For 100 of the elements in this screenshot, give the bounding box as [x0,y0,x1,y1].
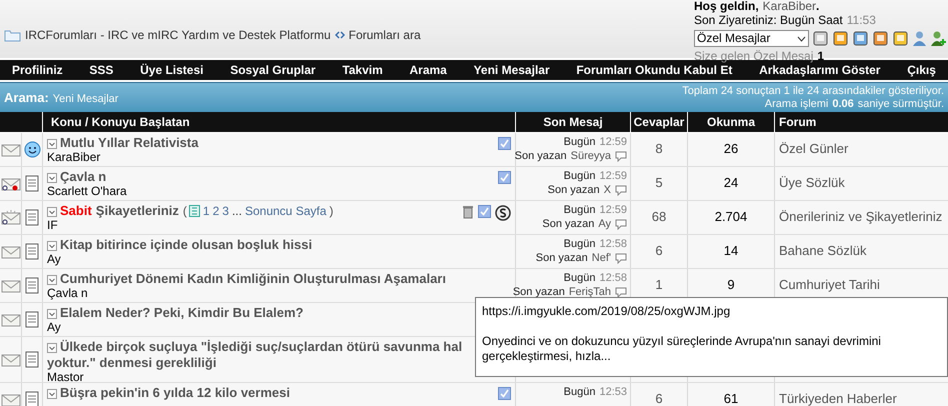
topic-title-link[interactable]: yoktur." denmesi gerekliliği [47,355,462,371]
checkbox-icon[interactable] [478,205,491,218]
dropdown-icon[interactable] [47,241,57,251]
topic-title-link[interactable]: Çavla n [60,169,106,185]
user-icon[interactable] [912,30,927,47]
last-poster-link[interactable]: Nef' [592,251,611,265]
last-post-time: 12:58 [599,271,627,285]
pagination-bracket: ( [182,203,200,219]
page-link[interactable]: 1 [202,203,210,219]
column-header[interactable]: Forum [775,112,948,132]
replies-count: 8 [655,141,663,156]
search-time: 0.06 [832,98,854,110]
search-forums-link[interactable]: Forumları ara [348,26,421,44]
views-count: 24 [724,175,738,190]
nav-link[interactable]: Forumları Okundu Kabul Et [576,61,732,79]
checkbox-icon[interactable] [498,387,511,400]
sticky-icon [495,205,511,221]
speech-bubble-icon[interactable] [615,286,627,298]
last-visit-time: 11:53 [846,14,876,27]
dropdown-icon[interactable] [47,139,57,149]
forum-link[interactable]: Üye Sözlük [779,175,845,190]
last-poster-link[interactable]: FerişTah [568,285,611,299]
dropdown-icon[interactable] [47,309,57,319]
search-time-unit: saniye sürmüştür. [858,98,944,110]
search-subtitle: Yeni Mesajlar [52,92,118,107]
dropdown-icon[interactable] [47,343,57,353]
replies-count: 5 [655,175,663,190]
last-post-date: Bugün [564,169,596,183]
last-poster-label: Son yazan [542,217,594,231]
nav-link[interactable]: Sosyal Gruplar [230,61,316,79]
nav-link[interactable]: Takvim [342,61,383,79]
dropdown-icon[interactable] [47,275,57,285]
results-summary: Toplam 24 sonuçtan 1 ile 24 arasındakiler gösteriliyor. [682,84,944,98]
column-header[interactable]: Cevaplar [631,112,688,132]
last-poster-link[interactable]: Süreyya [570,149,611,163]
nav-link[interactable]: Arkadaşlarımı Göster [759,61,880,79]
replies-count: 68 [652,209,666,224]
last-post-time: 12:59 [599,169,627,183]
topic-title-link[interactable]: Cumhuriyet Dönemi Kadın Kimliğinin Oluşturulması Aşamaları [60,271,446,287]
nav-link[interactable]: Üye Listesi [140,61,204,79]
dropdown-icon[interactable] [47,173,57,183]
last-page-link[interactable]: Sonuncu Sayfa [244,203,326,219]
dropdown-icon[interactable] [47,389,57,399]
last-post-time: 12:59 [599,203,627,217]
author-link[interactable]: KaraBiber [47,151,498,164]
username-link[interactable]: KaraBiber [762,0,816,12]
speech-bubble-icon[interactable] [615,184,627,196]
author-link[interactable]: Çavla n [47,287,511,300]
punctuation: . [816,0,820,12]
column-header[interactable]: Konu / Konuyu Başlatan [43,112,516,132]
nav-link[interactable]: Yeni Mesajlar [474,61,550,79]
forum-link[interactable]: Özel Günler [779,141,848,156]
topic-title-link[interactable]: Mutlu Yıllar Relativista [60,135,198,151]
author-link[interactable]: IF [47,219,462,232]
last-visit-text: Son Ziyaretiniz: Bugün Saat [694,14,843,27]
pm-count: 1 [817,50,824,63]
page-link[interactable]: 2 [212,203,220,219]
topic-title-link[interactable]: Kitap bitirince içinde olusan boşluk hissi [60,237,312,253]
column-header[interactable]: Son Mesaj [516,112,631,132]
nav-link[interactable]: SSS [89,61,114,79]
views-count: 2.704 [714,209,748,224]
pm-count-label: Size gelen Özel Mesaj [694,50,814,63]
author-link[interactable]: Scarlett O'hara [47,185,498,198]
topic-title-link[interactable]: Ülkede birçok suçluya "İşlediği suç/suçlardan ötürü savunma hal [60,339,462,355]
last-poster-label: Son yazan [512,285,565,299]
views-count: 26 [724,141,738,156]
speech-bubble-icon[interactable] [615,150,627,162]
replies-count: 6 [655,391,663,406]
trash-icon[interactable] [462,205,474,219]
search-arrows-icon [334,31,345,39]
private-messages-select[interactable]: Özel Mesajlar [694,30,809,47]
topic-title-link[interactable]: Büşra pekin'in 6 yılda 12 kilo vermesi [60,385,290,401]
folder-icon [4,28,21,42]
ellipsis: ... [232,203,242,219]
views-count: 14 [724,243,738,258]
last-poster-link[interactable]: Ay [598,217,611,231]
author-link[interactable]: Ay [47,253,511,266]
last-post-time: 12:53 [599,385,627,399]
column-header[interactable]: Okunma [688,112,775,132]
page-link[interactable]: 3 [222,203,229,219]
add-user-icon[interactable] [930,30,947,47]
breadcrumb-link[interactable]: IRCForumları - IRC ve mIRC Yardım ve Destek Platformu [25,26,331,44]
speech-bubble-icon[interactable] [615,218,627,230]
nav-link[interactable]: Profiliniz [12,61,63,79]
last-post-time: 12:59 [599,135,627,149]
last-poster-link[interactable]: X [604,183,611,197]
checkbox-icon[interactable] [498,171,511,184]
topic-title-link[interactable]: Elalem Neder? Peki, Kimdir Bu Elalem? [60,305,304,321]
nav-link[interactable]: Çıkış [907,61,936,79]
tooltip-url: https://i.imgyukle.com/2019/08/25/oxgWJM.jpg [482,304,732,319]
topic-title-link[interactable]: Şikayetleriniz [96,203,179,219]
last-post-date: Bugün [564,385,596,399]
last-post-date: Bugün [564,237,596,251]
speech-bubble-icon[interactable] [615,252,627,264]
last-poster-label: Son yazan [536,251,588,265]
checkbox-icon[interactable] [498,137,511,150]
nav-link[interactable]: Arama [410,61,447,79]
dropdown-icon[interactable] [47,207,57,217]
last-poster-label: Son yazan [514,149,567,163]
last-poster-label: Son yazan [548,183,600,197]
